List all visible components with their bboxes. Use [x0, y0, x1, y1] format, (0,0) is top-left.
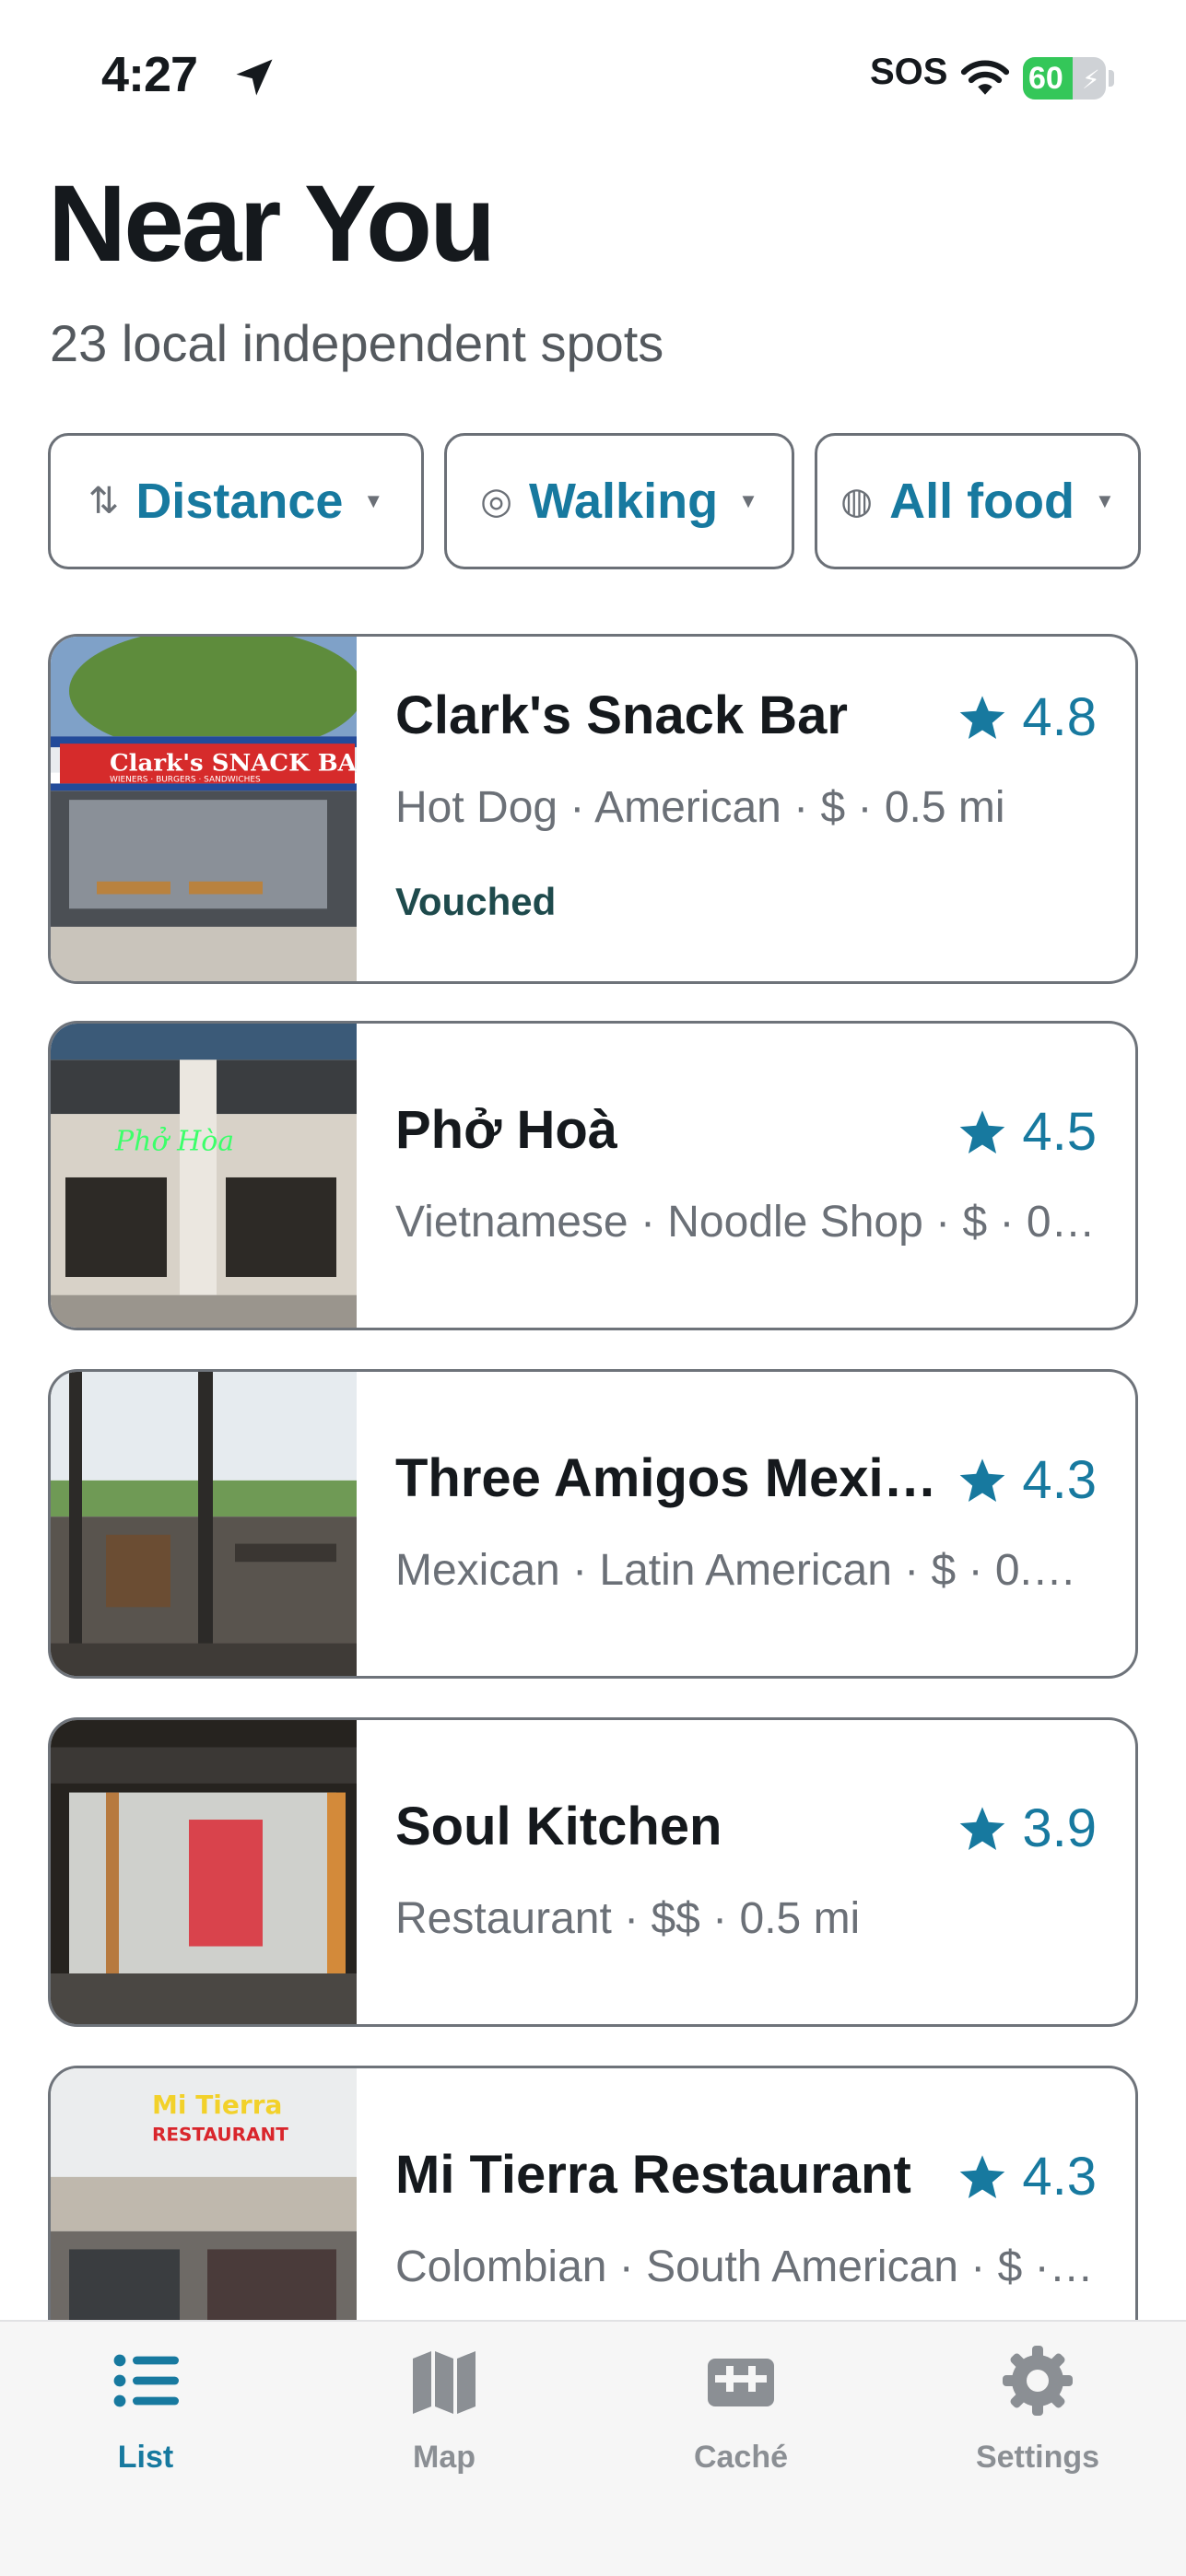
- chevron-down-icon: ▼: [738, 489, 758, 512]
- restaurant-photo: [51, 1720, 357, 2024]
- rating-value: 4.3: [1022, 2147, 1097, 2207]
- restaurant-name: Soul Kitchen: [395, 1797, 722, 1856]
- restaurant-name: Three Amigos Mexican Restaurant: [395, 1448, 957, 1508]
- location-arrow-icon: [236, 59, 273, 96]
- status-time: 4:27: [101, 47, 198, 102]
- restaurant-rating: 4.3: [957, 2146, 1097, 2207]
- rating-value: 4.5: [1022, 1102, 1097, 1162]
- photo-sign-text: Mi Tierra: [152, 2090, 282, 2120]
- filter-label: Walking: [529, 474, 719, 529]
- photo-sign-text: Phở Hòa: [114, 1126, 234, 1158]
- restaurant-photo: [51, 1372, 357, 1676]
- photo-sign-text: Clark's SNACK BAR: [110, 750, 357, 778]
- rating-value: 4.8: [1022, 687, 1097, 747]
- tab-settings[interactable]: Settings: [927, 2322, 1148, 2506]
- restaurant-name: Mi Tierra Restaurant: [395, 2145, 911, 2205]
- tab-cache[interactable]: Caché: [630, 2322, 851, 2506]
- charging-bolt-icon: ⚡: [1082, 65, 1100, 94]
- restaurant-meta: Hot Dog · American · $ · 0.5 mi: [395, 783, 1005, 832]
- star-icon: [960, 2154, 1005, 2198]
- restaurant-name: Phở Hoà: [395, 1100, 618, 1160]
- restaurant-meta: Restaurant · $$ · 0.5 mi: [395, 1894, 861, 1943]
- star-icon: [960, 1109, 1005, 1153]
- card-body: Clark's Snack Bar 4.8 Hot Dog · American…: [395, 637, 1097, 981]
- tab-bar: List Map Caché Settings: [0, 2320, 1186, 2576]
- distance-sort-button[interactable]: ⇅ Distance ▼: [48, 433, 424, 569]
- page-subtitle: 23 local independent spots: [50, 314, 664, 372]
- restaurant-rating: 3.9: [957, 1797, 1097, 1859]
- restaurant-rating: 4.8: [957, 686, 1097, 748]
- chevron-down-icon: ▼: [1095, 489, 1115, 512]
- tab-label: Settings: [975, 2440, 1100, 2475]
- restaurant-card-soul-kitchen[interactable]: Soul Kitchen 3.9 Restaurant · $$ · 0.5 m…: [48, 1717, 1138, 2027]
- restaurant-meta: Colombian · South American · $ · 0.5 mi: [395, 2242, 1097, 2291]
- restaurant-name: Clark's Snack Bar: [395, 685, 848, 745]
- walk-mode-icon: ◎: [480, 481, 513, 521]
- tab-label: Caché: [693, 2440, 789, 2475]
- star-icon: [960, 1458, 1005, 1502]
- list-icon: [113, 2354, 179, 2407]
- wifi-icon: [960, 60, 1010, 95]
- rating-value: 3.9: [1022, 1798, 1097, 1858]
- cuisine-filter-icon: ◍: [840, 481, 874, 521]
- vouched-badge: Vouched: [395, 880, 557, 923]
- restaurant-photo: Phở Hòa: [51, 1024, 357, 1328]
- restaurant-meta: Mexican · Latin American · $ · 0.5 mi: [395, 1546, 1097, 1595]
- status-sos: SOS: [870, 52, 948, 92]
- tab-label: List: [117, 2440, 174, 2475]
- card-body: Phở Hoà 4.5 Vietnamese · Noodle Shop · $…: [395, 1024, 1097, 1328]
- battery-cap: [1109, 70, 1114, 87]
- rating-value: 4.3: [1022, 1450, 1097, 1510]
- status-bar: 4:27 SOS 60 ⚡: [0, 0, 1186, 157]
- battery-indicator: 60 ⚡: [1023, 57, 1106, 100]
- battery-percent: 60: [1028, 61, 1063, 96]
- page-title: Near You: [48, 163, 496, 285]
- tab-list[interactable]: List: [35, 2322, 256, 2506]
- sort-arrows-icon: ⇅: [88, 481, 120, 521]
- filter-label: Distance: [135, 474, 344, 529]
- tab-label: Map: [413, 2440, 476, 2475]
- cuisine-filter-button[interactable]: ◍ All food ▼: [815, 433, 1141, 569]
- star-icon: [960, 695, 1005, 739]
- card-body: Soul Kitchen 3.9 Restaurant · $$ · 0.5 m…: [395, 1720, 1097, 2024]
- star-icon: [960, 1806, 1005, 1850]
- restaurant-card-three-amigos[interactable]: Three Amigos Mexican Restaurant 4.3 Mexi…: [48, 1369, 1138, 1679]
- photo-sign-subtext: WIENERS · BURGERS · SANDWICHES: [110, 776, 261, 785]
- restaurant-meta: Vietnamese · Noodle Shop · $ · 0.5 mi: [395, 1198, 1097, 1247]
- map-icon: [413, 2351, 476, 2414]
- restaurant-rating: 4.5: [957, 1101, 1097, 1163]
- photo-sign-subtext: RESTAURANT: [152, 2125, 288, 2146]
- restaurant-card-clarks[interactable]: Clark's SNACK BAR WIENERS · BURGERS · SA…: [48, 634, 1138, 984]
- chevron-down-icon: ▼: [363, 489, 384, 512]
- cache-box-icon: [708, 2359, 774, 2406]
- card-body: Three Amigos Mexican Restaurant 4.3 Mexi…: [395, 1372, 1097, 1676]
- travel-mode-button[interactable]: ◎ Walking ▼: [444, 433, 794, 569]
- filter-label: All food: [889, 474, 1075, 529]
- gear-icon: [1003, 2346, 1073, 2416]
- tab-map[interactable]: Map: [334, 2322, 555, 2506]
- restaurant-card-pho-hoa[interactable]: Phở Hòa Phở Hoà 4.5 Vietnamese · Noodle …: [48, 1021, 1138, 1330]
- restaurant-photo: Clark's SNACK BAR WIENERS · BURGERS · SA…: [51, 637, 357, 981]
- restaurant-rating: 4.3: [957, 1449, 1097, 1511]
